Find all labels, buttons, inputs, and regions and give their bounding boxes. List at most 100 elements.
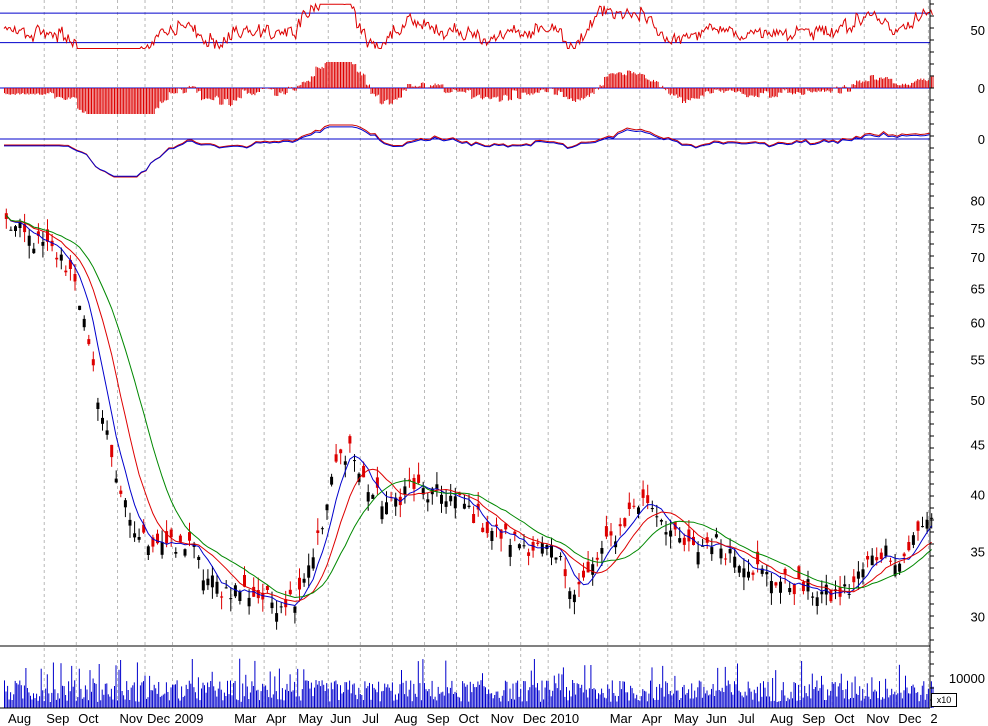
histogram-bar [439,85,441,88]
volume-bar [608,688,610,708]
volume-bar [552,690,554,708]
volume-bar [286,683,288,708]
histogram-bar [746,88,748,98]
histogram-bar [437,84,439,88]
histogram-bar [535,88,537,93]
volume-bar [52,662,54,708]
histogram-bar [314,76,315,88]
histogram-bar [448,88,450,93]
histogram-bar [297,85,299,88]
histogram-bar [422,82,424,88]
histogram-bar [39,88,41,95]
histogram-bar [431,86,433,88]
histogram-bar [317,67,319,88]
volume-bar [515,682,517,708]
candle-body [861,569,865,578]
volume-bar [908,693,909,708]
histogram-bar [657,81,659,88]
volume-bar [312,696,314,708]
volume-bar [619,681,621,708]
volume-bar [110,688,112,708]
histogram-bar [80,88,82,110]
histogram-bar [457,88,459,92]
volume-bar [158,682,160,708]
volume-bar [304,680,306,708]
volume-bar [759,683,761,708]
volume-bar [59,698,60,708]
histogram-bar [900,85,902,88]
volume-bar [788,699,790,708]
candle-body [238,591,242,601]
volume-bar [758,701,760,708]
x-tick-label: Dec [523,711,547,726]
candle-body [769,581,773,594]
candle-body [737,566,741,573]
volume-bar [104,683,106,708]
volume-bar [271,697,273,708]
candle-body [467,505,471,507]
histogram-bar [434,83,436,88]
histogram-bar [544,88,546,92]
volume-bar [17,684,19,708]
volume-bar [112,699,114,708]
histogram-bar [223,88,225,100]
volume-bar [569,690,570,708]
histogram-bar [98,88,100,114]
volume-bar [905,675,906,708]
histogram-bar [576,88,578,100]
candle-body [133,533,137,538]
histogram-bar [807,88,809,91]
volume-bar [709,694,711,708]
volume-bar [332,689,334,708]
volume-bar [373,687,375,708]
x-tick-label: Jun [330,711,351,726]
candle-body [669,530,673,537]
histogram-bar [312,76,314,88]
volume-bar [590,665,592,708]
volume-bar [863,698,865,708]
histogram-bar [642,74,644,88]
histogram-bar [92,88,94,114]
volume-bar [526,701,528,708]
histogram-bar [283,88,285,95]
candle-body [403,486,407,495]
candle-body [444,501,448,507]
volume-bar [101,689,103,708]
volume-bar [121,691,123,708]
volume-bar [326,683,328,708]
histogram-bar [33,88,34,94]
histogram-bar [512,88,514,91]
volume-bar [399,684,401,708]
histogram-bar [336,62,338,88]
histogram-bar [120,88,122,114]
volume-bar [55,699,57,708]
candle-body [568,591,572,599]
histogram-bar [598,88,599,90]
histogram-bar [249,88,251,94]
histogram-bar [208,88,210,99]
volume-bar [504,680,506,708]
histogram-bar [127,88,129,114]
volume-bar [297,668,299,708]
histogram-bar [572,88,574,101]
volume-bar [46,674,48,708]
volume-bar [874,689,876,708]
histogram-bar [341,62,343,88]
candle-body [366,492,370,502]
x-tick-label: Aug [394,711,417,726]
candle-body [554,557,558,560]
histogram-bar [480,88,482,99]
histogram-bar [860,82,862,88]
histogram-bar [94,88,96,114]
volume-bar [19,680,21,708]
volume-bar [349,680,351,708]
volume-bar [611,680,613,708]
volume-bar [591,689,593,708]
volume-bar [816,680,818,708]
candle-body [453,496,457,509]
histogram-bar [639,73,641,88]
volume-bar [738,690,740,708]
candle-body [206,578,210,586]
volume-bar [207,682,209,708]
candle-body [696,552,700,565]
